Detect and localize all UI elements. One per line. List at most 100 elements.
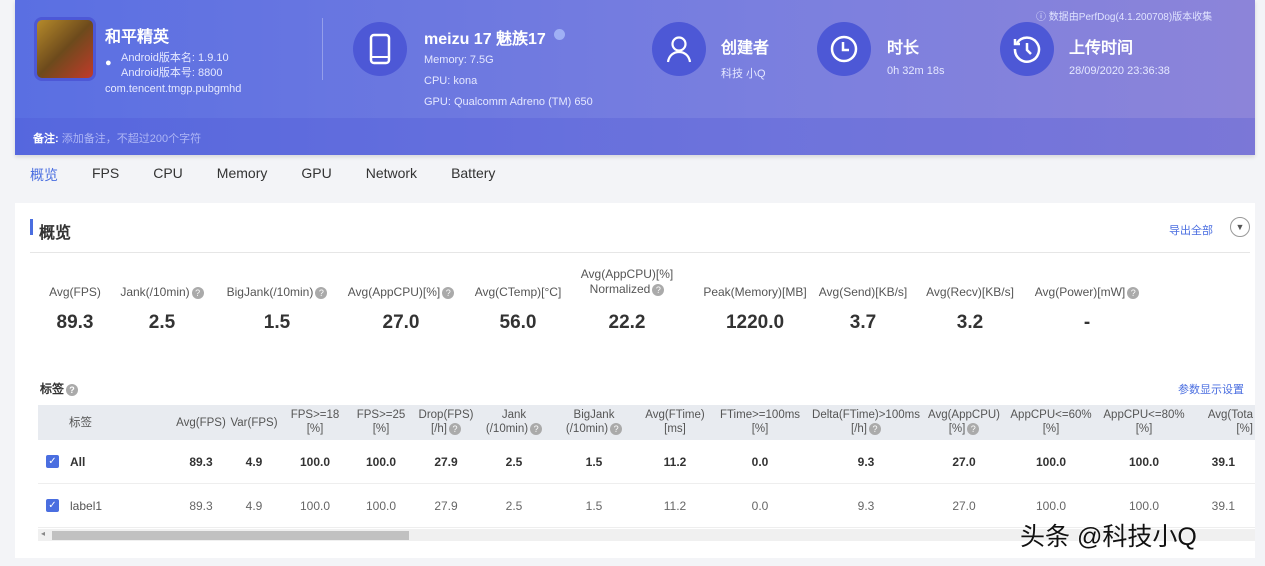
metric-label-text: Avg(CTemp)[°C] bbox=[474, 285, 562, 299]
column-header-unit: [ms] bbox=[664, 423, 686, 435]
metric-label-text: Avg(FPS) bbox=[49, 285, 101, 299]
tab-cpu[interactable]: CPU bbox=[153, 165, 183, 193]
table-cell: 39.1 bbox=[1211, 499, 1235, 513]
metric-label: Avg(AppCPU)[%] Normalized? bbox=[567, 267, 687, 297]
tab-fps[interactable]: FPS bbox=[92, 165, 119, 193]
help-icon[interactable]: ? bbox=[1127, 286, 1140, 299]
tab-network[interactable]: Network bbox=[366, 165, 417, 193]
section-title: 概览 bbox=[39, 225, 72, 242]
column-header-title: Avg(Tota bbox=[1207, 409, 1253, 421]
metric-label: Avg(Recv)[KB/s] bbox=[910, 285, 1030, 300]
watermark: 头条 @科技小Q bbox=[1020, 523, 1197, 551]
metric-label-sub: Normalized bbox=[589, 282, 651, 296]
help-icon[interactable]: ? bbox=[66, 383, 79, 396]
app-icon bbox=[34, 17, 96, 81]
report-header: 和平精英 ● Android版本名: 1.9.10 Android版本号: 88… bbox=[15, 0, 1255, 155]
metric-label-text: Avg(Recv)[KB/s] bbox=[926, 285, 1014, 299]
metric-label: Peak(Memory)[MB] bbox=[695, 285, 815, 300]
section-marker bbox=[30, 219, 33, 235]
column-header-title: FTime>=100ms bbox=[719, 409, 801, 421]
table-cell: 0.0 bbox=[751, 455, 769, 469]
upload-label: 上传时间 bbox=[1069, 40, 1134, 57]
table-cell: 1.5 bbox=[585, 499, 603, 513]
divider bbox=[322, 18, 323, 80]
column-header-title: Jank bbox=[501, 409, 527, 421]
metric-label-text: Avg(AppCPU)[%] bbox=[580, 267, 674, 281]
metric-label-text: Avg(AppCPU)[%] bbox=[347, 285, 441, 299]
row-checkbox[interactable]: ✓ bbox=[46, 455, 59, 468]
metric-value: 3.7 bbox=[849, 312, 877, 333]
device-name: meizu 17 魅族17 bbox=[424, 31, 546, 48]
metric-value: 27.0 bbox=[382, 312, 420, 333]
app-name: 和平精英 bbox=[105, 29, 170, 46]
help-icon[interactable]: ? bbox=[442, 286, 455, 299]
perfdog-note: ⓘ 数据由PerfDog(4.1.200708)版本收集 bbox=[1036, 8, 1212, 23]
column-header: 标签 bbox=[69, 416, 92, 430]
table-cell: 27.0 bbox=[952, 499, 976, 513]
param-settings-link[interactable]: 参数显示设置 bbox=[1178, 381, 1244, 397]
column-header-unit: [%] bbox=[1042, 423, 1060, 435]
scrollbar-thumb[interactable] bbox=[52, 531, 409, 540]
column-header-unit: (/10min) bbox=[485, 423, 529, 435]
table-cell: 39.1 bbox=[1211, 455, 1235, 469]
metric-value: 3.2 bbox=[956, 312, 984, 333]
row-label: label1 bbox=[70, 499, 103, 513]
help-icon[interactable]: ? bbox=[315, 286, 328, 299]
table-cell: 100.0 bbox=[1035, 455, 1067, 469]
note-placeholder: 添加备注，不超过200个字符 bbox=[61, 133, 202, 145]
table-cell: 27.0 bbox=[952, 455, 976, 469]
column-header-unit: [%] bbox=[1236, 423, 1253, 435]
metric-label-text: Avg(Send)[KB/s] bbox=[818, 285, 908, 299]
help-icon[interactable]: ? bbox=[191, 286, 204, 299]
column-header-unit: [/h] bbox=[431, 423, 447, 435]
tab-bar: 概览 FPS CPU Memory GPU Network Battery bbox=[15, 165, 529, 193]
clock-icon bbox=[817, 22, 871, 76]
column-header-title: Avg(FTime) bbox=[645, 409, 705, 421]
column-header-title: 标签 bbox=[69, 417, 92, 429]
metric-label: BigJank(/10min)? bbox=[217, 285, 337, 300]
column-header-unit: [%] bbox=[751, 423, 769, 435]
column-header-unit: [/h] bbox=[851, 423, 867, 435]
device-cpu: CPU: kona bbox=[424, 75, 478, 87]
tab-gpu[interactable]: GPU bbox=[301, 165, 331, 193]
collapse-toggle-icon[interactable]: ▼ bbox=[1230, 217, 1250, 237]
help-icon[interactable]: ? bbox=[652, 283, 665, 296]
info-icon[interactable] bbox=[554, 29, 565, 40]
history-icon bbox=[1000, 22, 1054, 76]
row-checkbox[interactable]: ✓ bbox=[46, 499, 59, 512]
version-name: Android版本名: 1.9.10 bbox=[121, 52, 229, 64]
metric-value: 22.2 bbox=[608, 312, 646, 333]
labels-title: 标签? bbox=[40, 380, 79, 397]
column-header-unit: [%] bbox=[948, 423, 966, 435]
note-field[interactable]: 备注: 添加备注，不超过200个字符 bbox=[15, 118, 1255, 155]
metric-label: Jank(/10min)? bbox=[102, 285, 222, 300]
tab-overview[interactable]: 概览 bbox=[30, 165, 58, 193]
scroll-left-icon[interactable]: ◂ bbox=[41, 529, 45, 538]
package-name: com.tencent.tmgp.pubgmhd bbox=[105, 83, 242, 95]
metric-value: 56.0 bbox=[499, 312, 537, 333]
column-header-unit: (/10min) bbox=[565, 423, 609, 435]
metric-value: 2.5 bbox=[148, 312, 176, 333]
perfdog-note-text: 数据由PerfDog(4.1.200708)版本收集 bbox=[1048, 12, 1213, 23]
table-cell: 11.2 bbox=[663, 455, 687, 469]
tab-memory[interactable]: Memory bbox=[217, 165, 268, 193]
divider bbox=[30, 252, 1250, 253]
help-icon[interactable]: ? bbox=[868, 422, 881, 435]
metric-label-text: Peak(Memory)[MB] bbox=[703, 285, 807, 299]
creator-value: 科技 小Q bbox=[721, 68, 766, 80]
metric-value: 1.5 bbox=[263, 312, 291, 333]
info-circle-icon: ⓘ bbox=[1036, 12, 1049, 23]
column-header-title: BigJank bbox=[573, 409, 615, 421]
metric-label-text: Avg(Power)[mW] bbox=[1034, 285, 1126, 299]
help-icon[interactable]: ? bbox=[967, 422, 980, 435]
tab-battery[interactable]: Battery bbox=[451, 165, 495, 193]
export-all-link[interactable]: 导出全部 bbox=[1169, 222, 1213, 238]
metric-label: Avg(Power)[mW]? bbox=[1027, 285, 1147, 300]
table-cell: 1.5 bbox=[585, 455, 603, 469]
user-icon bbox=[652, 22, 706, 76]
overview-card: 概览 导出全部 ▼ Avg(FPS) 89.3 Jank(/10min)? 2.5 Bi… bbox=[15, 203, 1255, 558]
device-gpu: GPU: Qualcomm Adreno (TM) 650 bbox=[424, 96, 593, 108]
metric-label-text: BigJank(/10min) bbox=[226, 285, 314, 299]
table-cell: 0.0 bbox=[751, 499, 769, 513]
row-label: All bbox=[70, 455, 86, 469]
